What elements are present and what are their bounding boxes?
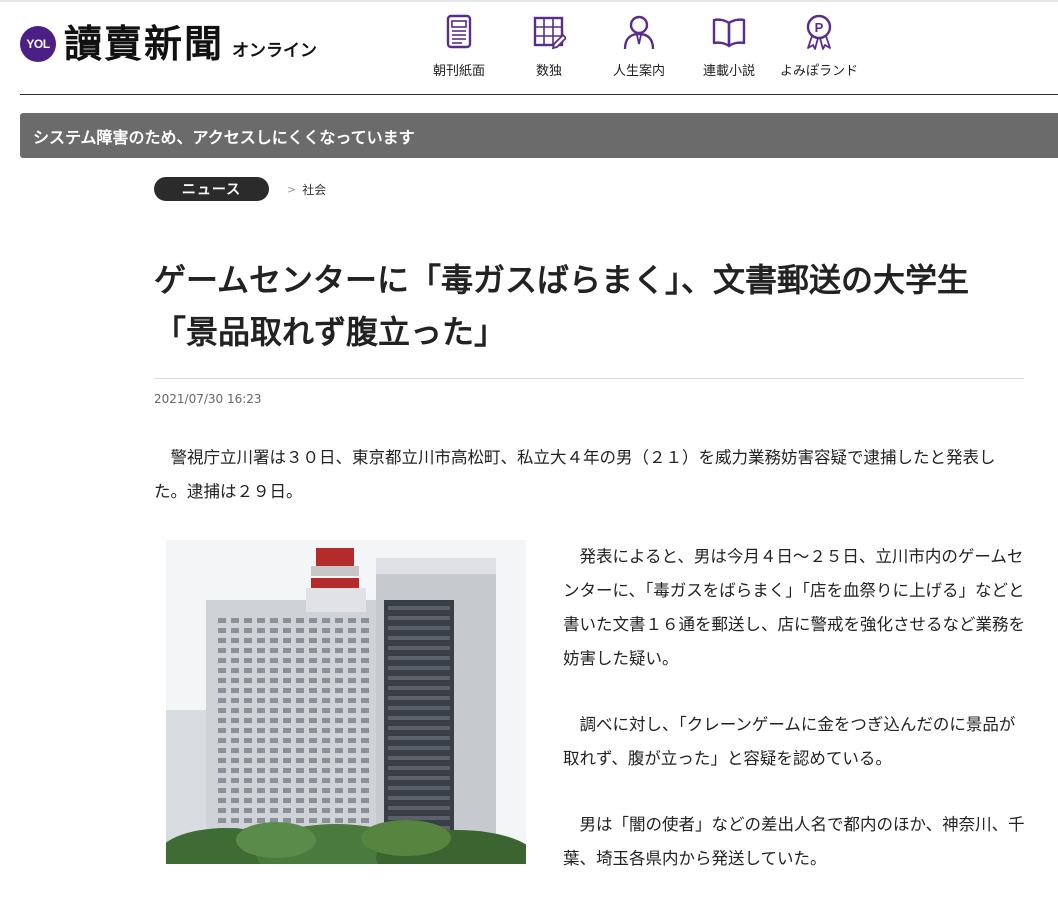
nav-item-sudoku[interactable]: 数独 (504, 14, 594, 79)
article-paragraph: 発表によると、男は今月４日～２５日、立川市内のゲームセンターに、「毒ガスをばらま… (563, 547, 1025, 668)
sudoku-grid-icon (533, 16, 566, 50)
system-alert-banner: システム障害のため、アクセスしにくくなっています (20, 113, 1058, 158)
nav-item-morning-paper[interactable]: 朝刊紙面 (414, 14, 504, 79)
nav-label: 数独 (535, 64, 562, 79)
yol-badge: YOL (20, 26, 56, 62)
title-rule (154, 378, 1024, 379)
nav-item-life-advice[interactable]: 人生案内 (594, 14, 684, 79)
person-advice-icon (623, 15, 655, 50)
service-nav: 朝刊紙面 数独 人生案内 連載小説 P よみぽランド (414, 14, 864, 79)
open-book-icon (712, 18, 746, 48)
brand-subtitle: オンライン (232, 40, 318, 61)
site-header: YOL 讀賣新聞 オンライン 朝刊紙面 数独 人生案内 連載小説 P よみぽラン… (0, 0, 1058, 96)
article-date: 2021/07/30 16:23 (154, 392, 262, 406)
article-paragraph: 男は「闇の使者」などの差出人名で都内のほか、神奈川、千葉、埼玉各県内から発送して… (563, 815, 1025, 868)
article-title: ゲームセンターに「毒ガスばらまく」、文書郵送の大学生「景品取れず腹立った」 (154, 261, 970, 351)
article-lead-paragraph: 警視庁立川署は３０日、東京都立川市高松町、私立大４年の男（２１）を威力業務妨害容… (154, 448, 996, 501)
header-divider (20, 94, 1058, 95)
breadcrumb-subcategory-society[interactable]: 社会 (302, 181, 326, 198)
alert-text: システム障害のため、アクセスしにくくなっています (33, 127, 415, 147)
article-photo-building (166, 540, 526, 864)
breadcrumb: ニュース > 社会 (154, 177, 326, 201)
newspaper-icon (446, 14, 472, 49)
svg-text:P: P (815, 20, 824, 35)
article-body-column: 発表によると、男は今月４日～２５日、立川市内のゲームセンターに、「毒ガスをばらま… (563, 540, 1025, 908)
points-coin-icon: P (806, 14, 832, 50)
nav-label: よみぽランド (779, 64, 858, 79)
nav-label: 人生案内 (612, 64, 665, 79)
brand-name: 讀賣新聞 (64, 21, 225, 66)
police-building-illustration (166, 540, 526, 864)
article-paragraph: 調べに対し、「クレーンゲームに金をつぎ込んだのに景品が取れず、腹が立った」と容疑… (563, 715, 1016, 768)
breadcrumb-category-news[interactable]: ニュース (154, 177, 269, 201)
breadcrumb-separator: > (287, 182, 297, 196)
site-logo[interactable]: YOL 讀賣新聞 オンライン (20, 22, 317, 66)
nav-item-yomipo-land[interactable]: P よみぽランド (774, 14, 864, 79)
nav-item-serial-novel[interactable]: 連載小説 (684, 14, 774, 79)
nav-label: 連載小説 (702, 64, 755, 79)
nav-label: 朝刊紙面 (432, 64, 485, 79)
